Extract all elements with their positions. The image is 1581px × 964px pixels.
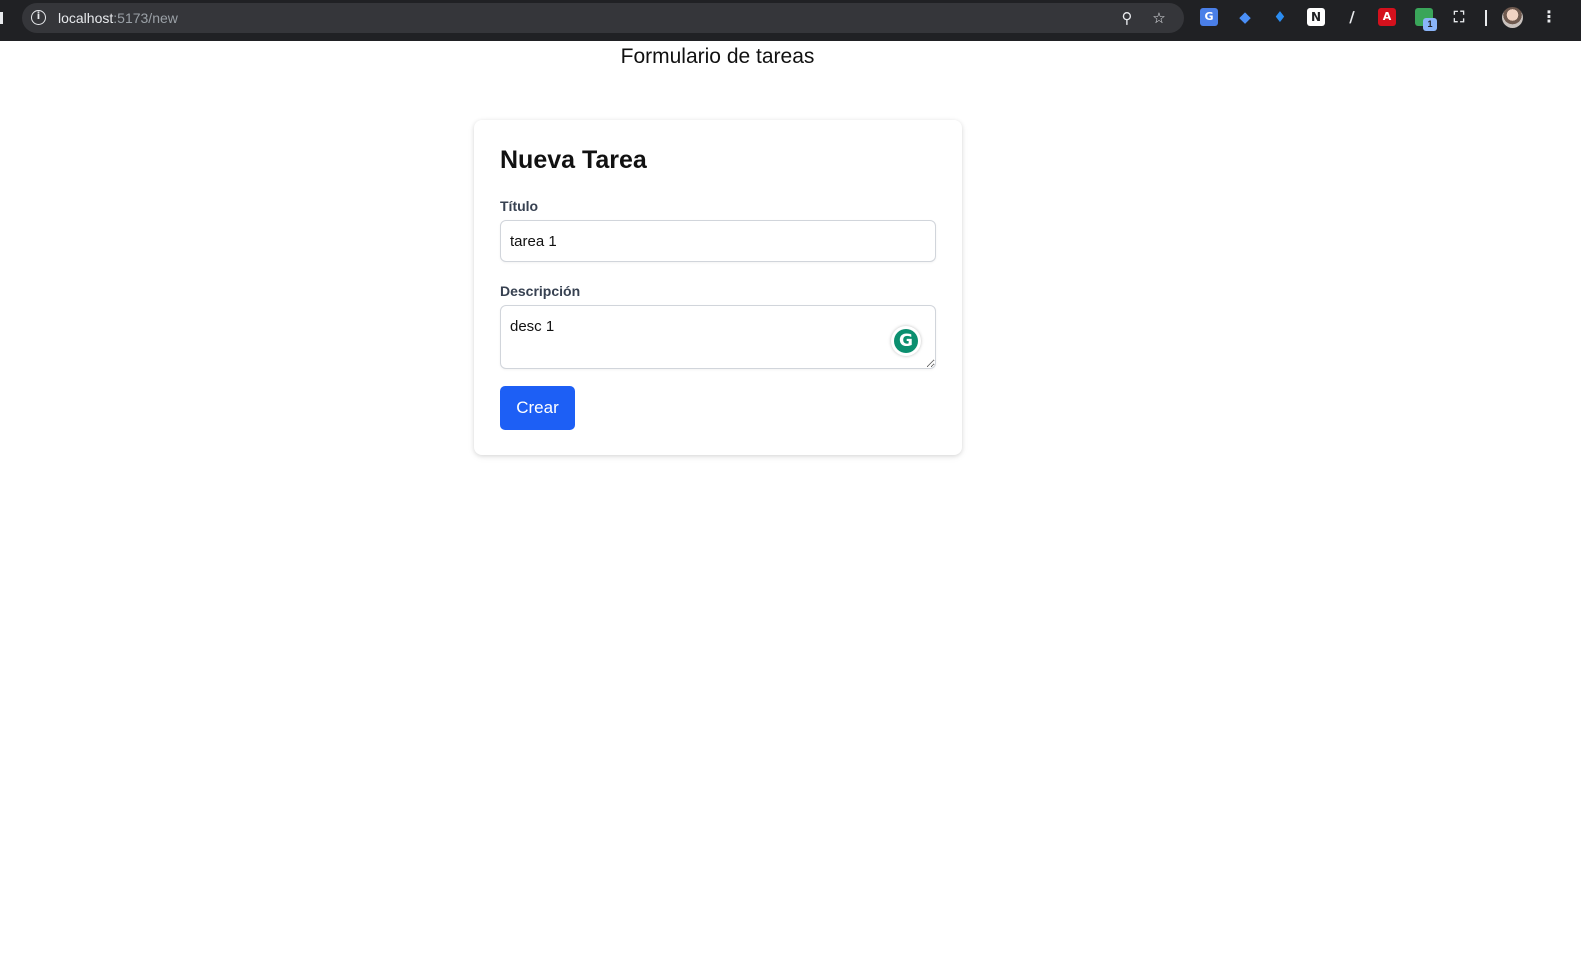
grammarly-g-icon: G <box>894 329 918 353</box>
profile-avatar[interactable] <box>1502 7 1523 28</box>
bookmark-star-icon[interactable]: ☆ <box>1151 10 1167 26</box>
extensions-puzzle-icon[interactable]: ⛶ <box>1450 8 1468 26</box>
pdf-extension-icon[interactable]: A <box>1378 8 1396 26</box>
description-label: Descripción <box>500 283 581 299</box>
address-bar[interactable]: i localhost:5173/new ⚲ ☆ <box>22 3 1184 33</box>
url-text[interactable]: localhost:5173/new <box>58 10 178 26</box>
browser-toolbar: i localhost:5173/new ⚲ ☆ G ◆ ♦ N ∕ A 1 ⛶… <box>0 0 1581 41</box>
site-info-icon[interactable]: i <box>31 10 46 25</box>
create-button[interactable]: Crear <box>500 386 575 430</box>
extension-badge: 1 <box>1423 18 1437 31</box>
graduation-cap-extension-icon[interactable]: ◆ <box>1236 8 1254 26</box>
notion-extension-icon[interactable]: N <box>1307 8 1325 26</box>
window-edge <box>0 12 3 24</box>
url-path: :5173/new <box>113 10 178 26</box>
title-label: Título <box>500 198 539 214</box>
page-title: Formulario de tareas <box>620 45 815 68</box>
more-menu-icon[interactable]: ⋮ <box>1541 8 1557 26</box>
translate-extension-icon[interactable]: G <box>1200 8 1218 26</box>
title-input[interactable] <box>500 220 936 262</box>
diamond-extension-icon[interactable]: ♦ <box>1271 8 1289 26</box>
grammarly-icon[interactable]: G <box>891 326 921 356</box>
toolbar-divider <box>1485 10 1487 26</box>
form-heading: Nueva Tarea <box>500 146 647 174</box>
url-host: localhost <box>58 10 114 26</box>
zoom-icon[interactable]: ⚲ <box>1119 10 1135 26</box>
eyedropper-extension-icon[interactable]: ∕ <box>1343 8 1361 26</box>
task-form-card: Nueva Tarea Título Descripción desc 1 G … <box>474 120 962 455</box>
description-textarea[interactable]: desc 1 <box>500 305 936 369</box>
